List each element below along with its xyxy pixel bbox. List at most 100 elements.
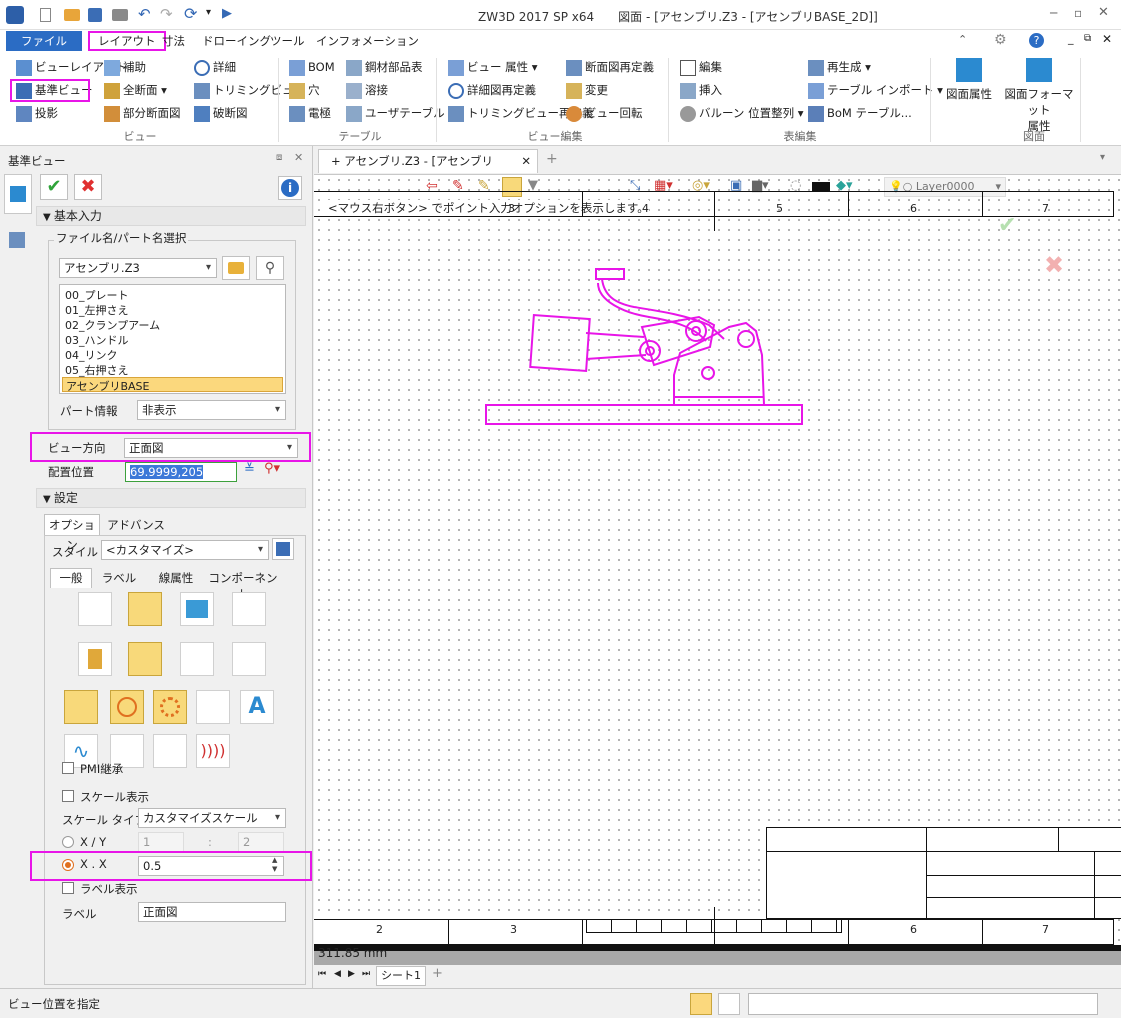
- tab-advance[interactable]: アドバンス: [104, 514, 168, 536]
- xy-denominator[interactable]: 2: [238, 832, 284, 852]
- style-select[interactable]: <カスタマイズ>: [101, 540, 269, 560]
- detail-redef-button[interactable]: 詳細図再定義: [448, 80, 536, 100]
- new-file-icon[interactable]: [40, 8, 51, 22]
- maximize-button[interactable]: ▫: [1074, 6, 1082, 20]
- save-icon[interactable]: [88, 8, 102, 22]
- sheet-toggle-icon[interactable]: [153, 734, 187, 768]
- section-redef-button[interactable]: 断面図再定義: [566, 57, 654, 77]
- help-icon[interactable]: ?: [1029, 33, 1044, 48]
- text-toggle-icon[interactable]: A: [240, 690, 274, 724]
- steel-bom-button[interactable]: 鋼材部品表: [346, 57, 423, 77]
- new-tab-icon[interactable]: +: [546, 151, 558, 167]
- list-item[interactable]: 03_ハンドル: [62, 332, 283, 347]
- open-folder-button[interactable]: [222, 256, 250, 280]
- partial-section-button[interactable]: 部分断面図: [104, 103, 181, 123]
- tab-close-icon[interactable]: ✕: [521, 150, 531, 172]
- print-icon[interactable]: [112, 9, 128, 21]
- xx-scale-input[interactable]: 0.5: [138, 856, 284, 876]
- menu-tools[interactable]: ツール: [262, 31, 313, 51]
- menu-file[interactable]: ファイル(F): [6, 31, 82, 68]
- menu-info[interactable]: インフォメーション: [308, 31, 427, 51]
- sheet-tab[interactable]: シート1: [376, 966, 426, 986]
- doc-minimize-button[interactable]: _: [1068, 32, 1074, 45]
- basic-section-header[interactable]: ▼ 基本入力: [36, 206, 306, 226]
- drawing-attr-button[interactable]: 図面属性: [942, 58, 996, 102]
- label-input[interactable]: 正面図: [138, 902, 286, 922]
- side-tab-assembly[interactable]: [4, 222, 32, 258]
- broken-view-button[interactable]: 破断図: [194, 103, 248, 123]
- projection-button[interactable]: 投影: [16, 103, 58, 123]
- add-sheet-icon[interactable]: +: [432, 966, 443, 981]
- bolt-circle-toggle-icon[interactable]: [153, 690, 187, 724]
- subtab-general[interactable]: 一般: [50, 568, 92, 588]
- detail-view-button[interactable]: 詳細: [194, 57, 236, 77]
- command-input[interactable]: [748, 993, 1098, 1015]
- bom-button[interactable]: BOM: [289, 57, 335, 77]
- pmi-checkbox[interactable]: [62, 762, 74, 774]
- document-tab[interactable]: + アセンブリ.Z3 - [アセンブリBASE_2D] ✕: [318, 149, 538, 190]
- cancel-button[interactable]: ✖: [74, 174, 102, 200]
- run-icon[interactable]: ▶: [222, 6, 232, 21]
- drawing-format-button[interactable]: 図面フォーマット 属性: [1004, 58, 1074, 134]
- list-item-selected[interactable]: アセンブリBASE: [62, 377, 283, 393]
- tessellated-toggle-icon[interactable]: [232, 592, 266, 626]
- tab-option[interactable]: オプション: [44, 514, 100, 552]
- table-edit-button[interactable]: 編集: [680, 57, 722, 77]
- xx-radio[interactable]: [62, 859, 74, 871]
- view-rotate-button[interactable]: ビュー回転: [566, 103, 643, 123]
- bend-line-toggle-icon[interactable]: [180, 642, 214, 676]
- hidden-line-toggle-icon[interactable]: [128, 592, 162, 626]
- ok-button[interactable]: ✔: [40, 174, 68, 200]
- scale-show-checkbox[interactable]: [62, 790, 74, 802]
- part-info-select[interactable]: 非表示: [137, 400, 286, 420]
- gear-icon[interactable]: ⚙: [994, 32, 1007, 48]
- line-color-icon[interactable]: [812, 182, 830, 191]
- drawing-canvas[interactable]: ⇦ ✎ ✎ ▼ ⤡ ▦▾ ◎▾ ▣ ▆▾ ◌ ◆▾ 💡○ Layer0000 ▾ …: [314, 175, 1121, 965]
- first-sheet-icon[interactable]: ⏮: [318, 969, 326, 979]
- qat-dropdown-icon[interactable]: ▾: [206, 7, 211, 18]
- redo-icon[interactable]: ↷: [160, 5, 173, 23]
- view-direction-select[interactable]: 正面図: [124, 438, 298, 458]
- undo-icon[interactable]: ↶: [138, 5, 151, 23]
- full-section-button[interactable]: 全断面 ▾: [104, 80, 167, 100]
- bom-table-button[interactable]: BoM テーブル...: [808, 103, 912, 123]
- status-toggle-icon[interactable]: [690, 993, 712, 1015]
- subtab-label[interactable]: ラベル: [98, 570, 140, 586]
- refresh-icon[interactable]: ⟳: [184, 4, 197, 23]
- tangent-edge-toggle-icon[interactable]: [128, 642, 162, 676]
- xy-radio[interactable]: [62, 836, 74, 848]
- list-item[interactable]: 02_クランプアーム: [62, 317, 283, 332]
- clamp-view-preview[interactable]: [474, 255, 814, 435]
- list-item[interactable]: 01_左押さえ: [62, 302, 283, 317]
- panel-close-icon[interactable]: ✕: [294, 151, 303, 164]
- file-select[interactable]: アセンブリ.Z3: [59, 258, 217, 278]
- collapse-ribbon-icon[interactable]: ⌃: [958, 33, 967, 46]
- label-show-checkbox[interactable]: [62, 882, 74, 894]
- spinner-icon[interactable]: ▲ ▼: [272, 856, 277, 874]
- electrode-table-button[interactable]: 電極: [289, 103, 331, 123]
- dimension-toggle-icon[interactable]: [232, 642, 266, 676]
- close-button[interactable]: ✕: [1098, 5, 1109, 20]
- center-mark-toggle-icon[interactable]: [64, 690, 98, 724]
- aux-view-button[interactable]: 補助: [104, 57, 146, 77]
- minimize-button[interactable]: ─: [1050, 6, 1057, 20]
- filter-icon[interactable]: ≚: [244, 462, 255, 477]
- shaded-toggle-icon[interactable]: [180, 592, 214, 626]
- list-item[interactable]: 05_右押さえ: [62, 362, 283, 377]
- change-button[interactable]: 変更: [566, 80, 608, 100]
- confirm-icon[interactable]: ✔: [998, 213, 1016, 238]
- hatch-toggle-icon[interactable]: )))): [196, 734, 230, 768]
- xy-numerator[interactable]: 1: [138, 832, 184, 852]
- part-list[interactable]: 00_プレート 01_左押さえ 02_クランプアーム 03_ハンドル 04_リン…: [59, 284, 286, 394]
- thread-toggle-icon[interactable]: [78, 642, 112, 676]
- info-button[interactable]: i: [278, 176, 302, 200]
- reject-icon[interactable]: ✖: [1044, 251, 1064, 279]
- weld-table-button[interactable]: 溶接: [346, 80, 388, 100]
- save-style-button[interactable]: [272, 538, 294, 560]
- user-table-button[interactable]: ユーザテーブル: [346, 103, 445, 123]
- menu-dimension[interactable]: 寸法: [154, 31, 193, 51]
- datum-toggle-icon[interactable]: [196, 690, 230, 724]
- subtab-line-attr[interactable]: 線属性: [148, 570, 204, 586]
- balloon-align-button[interactable]: バルーン 位置整列 ▾: [680, 103, 804, 123]
- status-list-icon[interactable]: [718, 993, 740, 1015]
